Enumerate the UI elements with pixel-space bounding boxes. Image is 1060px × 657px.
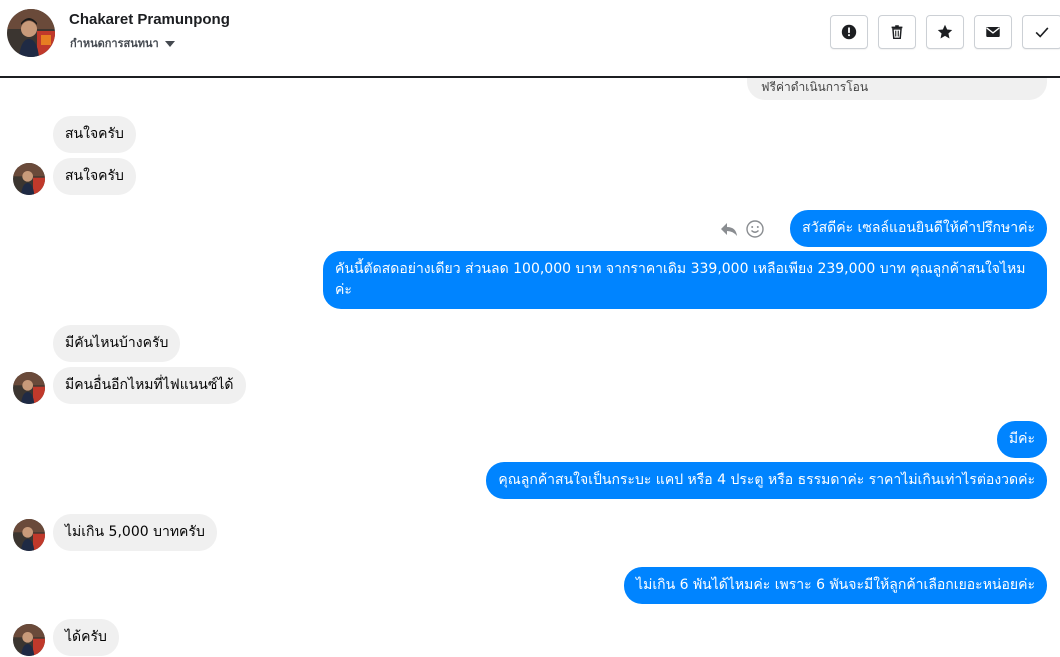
- star-button[interactable]: [926, 15, 964, 49]
- conversation-settings-label: กำหนดการสนทนา: [70, 37, 159, 50]
- reaction-smiley-icon[interactable]: [745, 219, 765, 239]
- alert-icon: [841, 24, 857, 40]
- message-bubble-incoming: ไม่เกิน 5,000 บาทครับ: [53, 514, 217, 551]
- conversation-settings-dropdown[interactable]: กำหนดการสนทนา: [70, 34, 175, 52]
- message-bubble-incoming: มีคนอื่นอีกไหมที่ไฟแนนซ์ได้: [53, 367, 246, 404]
- mark-unread-button[interactable]: [974, 15, 1012, 49]
- check-icon: [1035, 27, 1049, 38]
- mark-done-button[interactable]: [1022, 15, 1060, 49]
- conversation-header: Chakaret Pramunpong กำหนดการสนทนา: [0, 0, 1060, 78]
- trash-icon: [891, 25, 903, 40]
- message-bubble-outgoing: ฟรีค่าดำเนินการโอน: [747, 78, 1047, 100]
- message-bubble-outgoing: คันนี้ตัดสดอย่างเดียว ส่วนลด 100,000 บาท…: [323, 251, 1047, 309]
- reply-icon[interactable]: [719, 219, 739, 239]
- star-icon: [937, 24, 953, 39]
- message-bubble-outgoing: ไม่เกิน 6 พันได้ไหมค่ะ เพราะ 6 พันจะมีให…: [624, 567, 1047, 604]
- message-bubble-incoming: มีคันไหนบ้างครับ: [53, 325, 181, 362]
- mail-icon: [986, 27, 1000, 37]
- sender-avatar[interactable]: [13, 519, 45, 551]
- contact-name[interactable]: Chakaret Pramunpong: [69, 11, 230, 28]
- sender-avatar[interactable]: [13, 372, 45, 404]
- contact-avatar[interactable]: [7, 9, 55, 57]
- message-actions: [719, 219, 765, 239]
- spam-button[interactable]: [830, 15, 868, 49]
- message-bubble-incoming: สนใจครับ: [53, 116, 136, 153]
- message-bubble-outgoing: สวัสดีค่ะ เซลล์แอนยินดีให้คำปรึกษาค่ะ: [790, 210, 1047, 247]
- message-bubble-incoming: ได้ครับ: [53, 619, 119, 656]
- message-bubble-incoming: สนใจครับ: [53, 158, 136, 195]
- message-bubble-outgoing: คุณลูกค้าสนใจเป็นกระบะ แคป หรือ 4 ประตู …: [486, 462, 1047, 499]
- delete-button[interactable]: [878, 15, 916, 49]
- message-bubble-outgoing: มีค่ะ: [996, 421, 1047, 458]
- caret-down-icon: [164, 40, 175, 47]
- message-thread[interactable]: ฟรีค่าดำเนินการโอน สนใจครับ สนใจครับ สวั…: [0, 78, 1060, 657]
- sender-avatar[interactable]: [13, 624, 45, 656]
- message-text: ฟรีค่าดำเนินการโอน: [761, 80, 869, 94]
- sender-avatar[interactable]: [13, 163, 45, 195]
